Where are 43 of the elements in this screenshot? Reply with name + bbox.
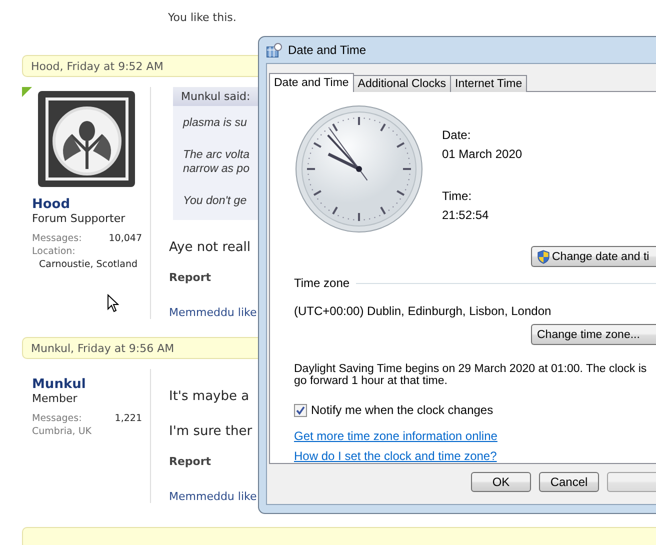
stat-label: Messages: [32,413,82,424]
stat-value: 10,047 [108,233,142,244]
shield-icon [537,250,550,264]
calendar-clock-icon [266,42,282,58]
post-text: It's maybe a [169,389,250,404]
change-date-time-button[interactable]: Change date and ti [531,246,656,267]
time-value: 21:52:54 [442,208,490,222]
time-label: Time: [442,189,473,203]
change-time-zone-button[interactable]: Change time zone... [531,324,656,345]
tab[interactable]: Additional Clocks [352,75,452,92]
quote-text: You don't ge [182,194,248,208]
date-value: 01 March 2020 [442,147,522,161]
checkbox[interactable] [294,404,307,416]
timezone-text: (UTC+00:00) Dublin, Edinburgh, Lisbon, London [294,304,552,318]
author-name[interactable]: Munkul [32,377,142,392]
author-title: Forum Supporter [32,212,126,225]
tab[interactable]: Internet Time [450,75,528,92]
quote-text: plasma is su [182,116,248,130]
author-name[interactable]: Hood [32,197,142,212]
tab[interactable]: Date and Time [269,73,354,92]
dialog-button[interactable]: Cancel [539,472,599,492]
like-note: You like this. [168,11,238,25]
stat-label: Messages: [32,233,82,244]
stat-value: Carnoustie, Scotland [39,259,139,270]
window-title: Date and Time [288,43,366,57]
stat-value: Cumbria, UK [32,426,93,437]
dst-note: Daylight Saving Time begins on 29 March 2020 at 01:00. The clock is go forward 1 hour at that time. [294,363,648,387]
checkmark-icon [296,406,305,414]
stat-label: Location: [32,246,76,257]
mouse-pointer-icon [107,294,119,313]
report-link[interactable]: Report [169,455,257,468]
group-label: Time zone [294,276,350,290]
dialog-button[interactable]: OK [471,472,531,492]
stat-value: 1,221 [114,413,142,424]
author-title: Member [32,392,78,405]
post-text: Aye not reall [169,240,252,255]
help-link[interactable]: Get more time zone information online [294,429,498,443]
quote-text: The arc volta narrow as po [182,148,250,176]
post-text: I'm sure ther [169,424,254,439]
likes-link[interactable]: Memmeddu like [169,490,257,503]
checkbox-label: Notify me when the clock changes [311,403,494,417]
date-label: Date: [442,128,472,142]
help-link[interactable]: How do I set the clock and time zone? [294,449,497,463]
